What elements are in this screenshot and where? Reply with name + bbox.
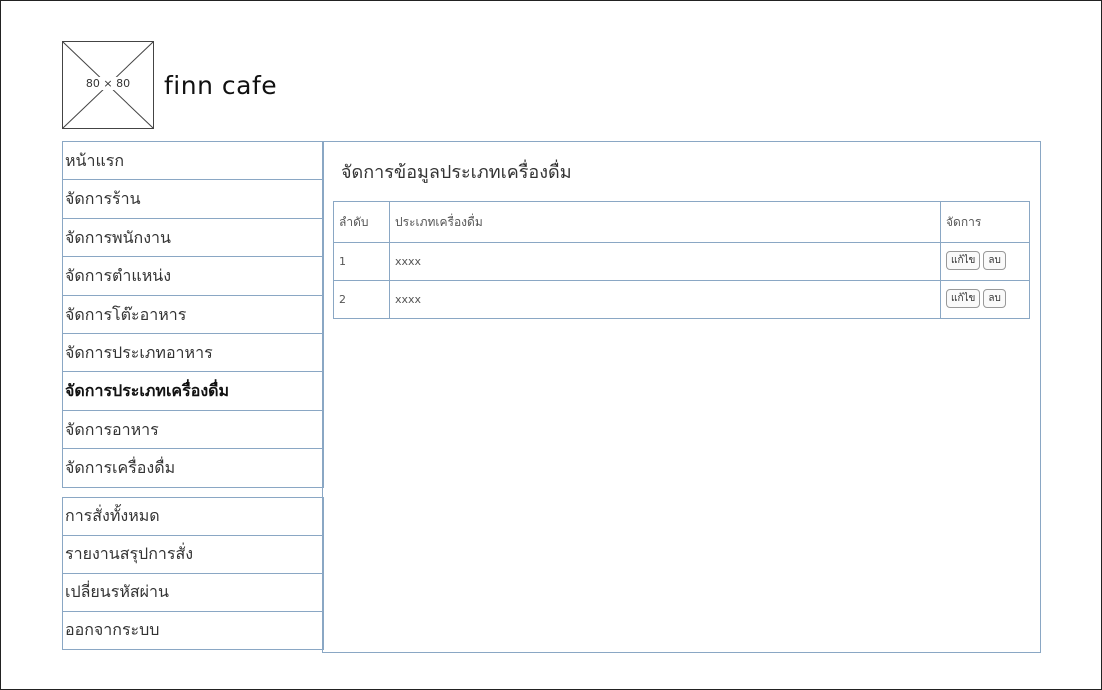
cell-order: 1	[333, 242, 390, 281]
sidebar-item-all-orders[interactable]: การสั่งทั้งหมด	[63, 498, 323, 536]
delete-button[interactable]: ลบ	[983, 289, 1006, 308]
sidebar-item-manage-staff[interactable]: จัดการพนักงาน	[63, 219, 323, 258]
page-frame: 80 × 80 finn cafe หน้าแรก จัดการร้าน จัด…	[0, 0, 1102, 690]
table-row: 2 xxxx แก้ไข ลบ	[333, 280, 1030, 319]
edit-button[interactable]: แก้ไข	[946, 251, 981, 270]
cell-actions: แก้ไข ลบ	[940, 280, 1030, 319]
sidebar-item-logout[interactable]: ออกจากระบบ	[63, 612, 323, 650]
table-row: 1 xxxx แก้ไข ลบ	[333, 242, 1030, 281]
column-header-order: ลำดับ	[333, 201, 390, 243]
sidebar-item-change-password[interactable]: เปลี่ยนรหัสผ่าน	[63, 574, 323, 612]
sidebar-item-manage-food[interactable]: จัดการอาหาร	[63, 411, 323, 450]
sidebar-item-manage-drinks[interactable]: จัดการเครื่องดื่ม	[63, 449, 323, 488]
sidebar-item-manage-positions[interactable]: จัดการตำแหน่ง	[63, 257, 323, 296]
sidebar-item-manage-shop[interactable]: จัดการร้าน	[63, 180, 323, 219]
brand-name: finn cafe	[164, 71, 278, 100]
main-content-panel: จัดการข้อมูลประเภทเครื่องดื่ม ลำดับ ประเ…	[322, 141, 1041, 653]
sidebar-item-order-report[interactable]: รายงานสรุปการสั่ง	[63, 536, 323, 574]
logo-placeholder: 80 × 80	[62, 41, 154, 129]
sidebar-item-home[interactable]: หน้าแรก	[63, 142, 323, 181]
cell-order: 2	[333, 280, 390, 319]
sidebar-main-menu: หน้าแรก จัดการร้าน จัดการพนักงาน จัดการต…	[62, 141, 324, 488]
logo-placeholder-text: 80 × 80	[84, 77, 132, 90]
column-header-drink-type: ประเภทเครื่องดื่ม	[388, 201, 942, 243]
sidebar-item-manage-food-types[interactable]: จัดการประเภทอาหาร	[63, 334, 323, 373]
cell-drink-type: xxxx	[388, 280, 942, 319]
column-header-manage: จัดการ	[940, 201, 1030, 243]
sidebar-item-manage-drink-types[interactable]: จัดการประเภทเครื่องดื่ม	[63, 372, 323, 411]
table-header-row: ลำดับ ประเภทเครื่องดื่ม จัดการ	[333, 201, 1030, 243]
delete-button[interactable]: ลบ	[983, 251, 1006, 270]
sidebar-secondary-menu: การสั่งทั้งหมด รายงานสรุปการสั่ง เปลี่ยน…	[62, 497, 324, 650]
cell-actions: แก้ไข ลบ	[940, 242, 1030, 281]
drink-types-table: ลำดับ ประเภทเครื่องดื่ม จัดการ 1 xxxx แก…	[333, 201, 1030, 319]
edit-button[interactable]: แก้ไข	[946, 289, 981, 308]
page-title: จัดการข้อมูลประเภทเครื่องดื่ม	[341, 162, 572, 183]
sidebar-item-manage-tables[interactable]: จัดการโต๊ะอาหาร	[63, 296, 323, 334]
cell-drink-type: xxxx	[388, 242, 942, 281]
